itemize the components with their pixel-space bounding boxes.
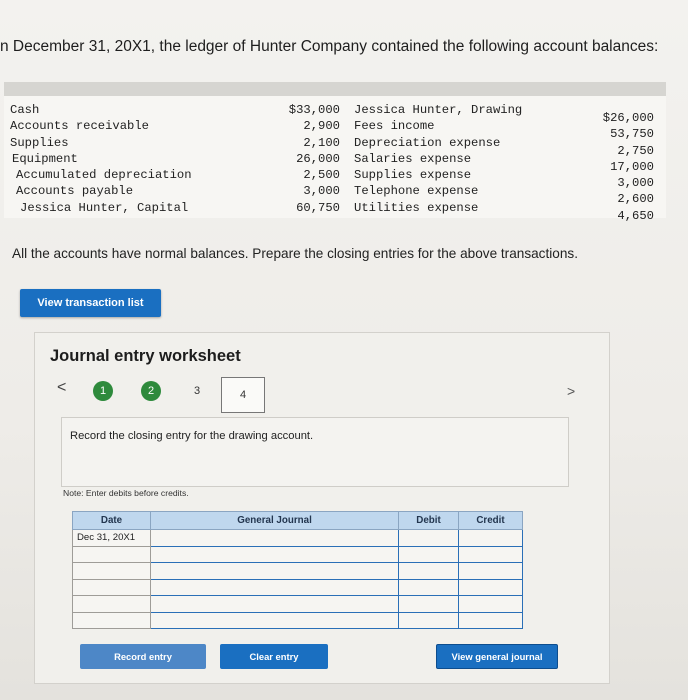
credit-input[interactable] — [458, 562, 523, 580]
account-amount: $26,000 — [602, 111, 654, 125]
account-name: Accumulated depreciation — [16, 168, 192, 183]
credit-input[interactable] — [458, 529, 523, 547]
view-general-journal-button[interactable]: View general journal — [436, 644, 558, 669]
account-name: Accounts payable — [16, 184, 134, 199]
account-name: Utilities expense — [354, 200, 479, 215]
account-amount: 2,900 — [303, 119, 340, 134]
account-input[interactable] — [150, 562, 399, 580]
ledger-right-amounts: $26,000 53,750 2,750 17,000 3,000 2,600 … — [576, 110, 654, 224]
general-journal-header: General Journal — [150, 511, 399, 530]
account-amount: 2,750 — [617, 143, 654, 158]
account-amount: 53,750 — [610, 127, 654, 142]
account-name: Fees income — [354, 119, 435, 134]
task-description-box: Record the closing entry for the drawing… — [61, 417, 569, 487]
chevron-right-icon[interactable]: > — [567, 383, 575, 399]
table-row — [72, 562, 523, 580]
credit-input[interactable] — [458, 595, 523, 613]
account-name: Salaries expense — [354, 151, 472, 166]
table-row — [72, 595, 523, 613]
account-name: Jessica Hunter, Drawing — [354, 103, 523, 117]
date-cell — [72, 578, 151, 596]
date-cell — [72, 562, 151, 580]
ledger-right-names: Jessica Hunter, Drawing Fees income Depr… — [354, 102, 554, 216]
account-name: Depreciation expense — [354, 135, 501, 150]
account-amount: 4,650 — [617, 208, 654, 223]
record-entry-button[interactable]: Record entry — [80, 644, 206, 669]
table-row — [72, 611, 523, 629]
chevron-left-icon[interactable]: < — [57, 379, 66, 397]
table-row — [72, 545, 523, 563]
worksheet-title: Journal entry worksheet — [50, 347, 241, 365]
step-3[interactable]: 3 — [187, 381, 207, 401]
debit-input[interactable] — [398, 562, 459, 580]
debit-input[interactable] — [398, 611, 459, 629]
account-name: Supplies expense — [354, 168, 472, 183]
account-amount: 17,000 — [610, 159, 654, 174]
step-4-active[interactable]: 4 — [221, 377, 265, 413]
table-row — [72, 578, 523, 596]
instruction-text: All the accounts have normal balances. P… — [12, 246, 578, 261]
account-amount: 2,500 — [303, 168, 340, 183]
journal-entry-worksheet: Journal entry worksheet < 1 2 3 4 > Reco… — [34, 332, 610, 684]
date-cell — [72, 595, 151, 613]
clear-entry-button[interactable]: Clear entry — [220, 644, 328, 669]
task-description: Record the closing entry for the drawing… — [70, 430, 314, 442]
account-amount: 2,100 — [303, 135, 340, 150]
account-input[interactable] — [150, 595, 399, 613]
debit-input[interactable] — [398, 529, 459, 547]
step-1[interactable]: 1 — [93, 381, 113, 401]
account-input[interactable] — [150, 529, 399, 547]
account-name: Jessica Hunter, Capital — [20, 200, 189, 215]
account-input[interactable] — [150, 545, 399, 563]
account-name: Supplies — [10, 135, 69, 150]
account-input[interactable] — [150, 578, 399, 596]
journal-header-row: Date General Journal Debit Credit — [72, 511, 523, 530]
account-amount: 26,000 — [296, 151, 340, 166]
account-amount: 2,600 — [617, 192, 654, 207]
view-transaction-list-button[interactable]: View transaction list — [20, 289, 161, 317]
journal-table: Date General Journal Debit Credit Dec 31… — [72, 511, 523, 629]
account-name: Equipment — [12, 151, 78, 166]
entry-note: Note: Enter debits before credits. — [63, 488, 189, 498]
page: n December 31, 20X1, the ledger of Hunte… — [0, 0, 688, 700]
date-cell: Dec 31, 20X1 — [72, 529, 151, 547]
account-input[interactable] — [150, 611, 399, 629]
ledger-left-names: Cash Accounts receivable Supplies Equipm… — [10, 102, 210, 216]
account-amount: 60,750 — [296, 200, 340, 215]
ledger-left-amounts: $33,000 2,900 2,100 26,000 2,500 3,000 6… — [272, 102, 340, 216]
date-cell — [72, 611, 151, 629]
credit-input[interactable] — [458, 578, 523, 596]
account-amount: 3,000 — [303, 184, 340, 199]
debit-input[interactable] — [398, 545, 459, 563]
problem-heading: n December 31, 20X1, the ledger of Hunte… — [0, 38, 659, 55]
account-amount: $33,000 — [288, 103, 340, 117]
date-cell — [72, 545, 151, 563]
date-header: Date — [72, 511, 151, 530]
ledger-table: Cash Accounts receivable Supplies Equipm… — [4, 82, 666, 223]
account-name: Telephone expense — [354, 184, 479, 199]
debit-header: Debit — [398, 511, 459, 530]
account-amount: 3,000 — [617, 176, 654, 191]
credit-header: Credit — [458, 511, 523, 530]
credit-input[interactable] — [458, 545, 523, 563]
account-name: Accounts receivable — [10, 119, 149, 134]
debit-input[interactable] — [398, 595, 459, 613]
debit-input[interactable] — [398, 578, 459, 596]
step-2[interactable]: 2 — [141, 381, 161, 401]
credit-input[interactable] — [458, 611, 523, 629]
account-name: Cash — [10, 103, 40, 117]
table-row: Dec 31, 20X1 — [72, 529, 523, 547]
